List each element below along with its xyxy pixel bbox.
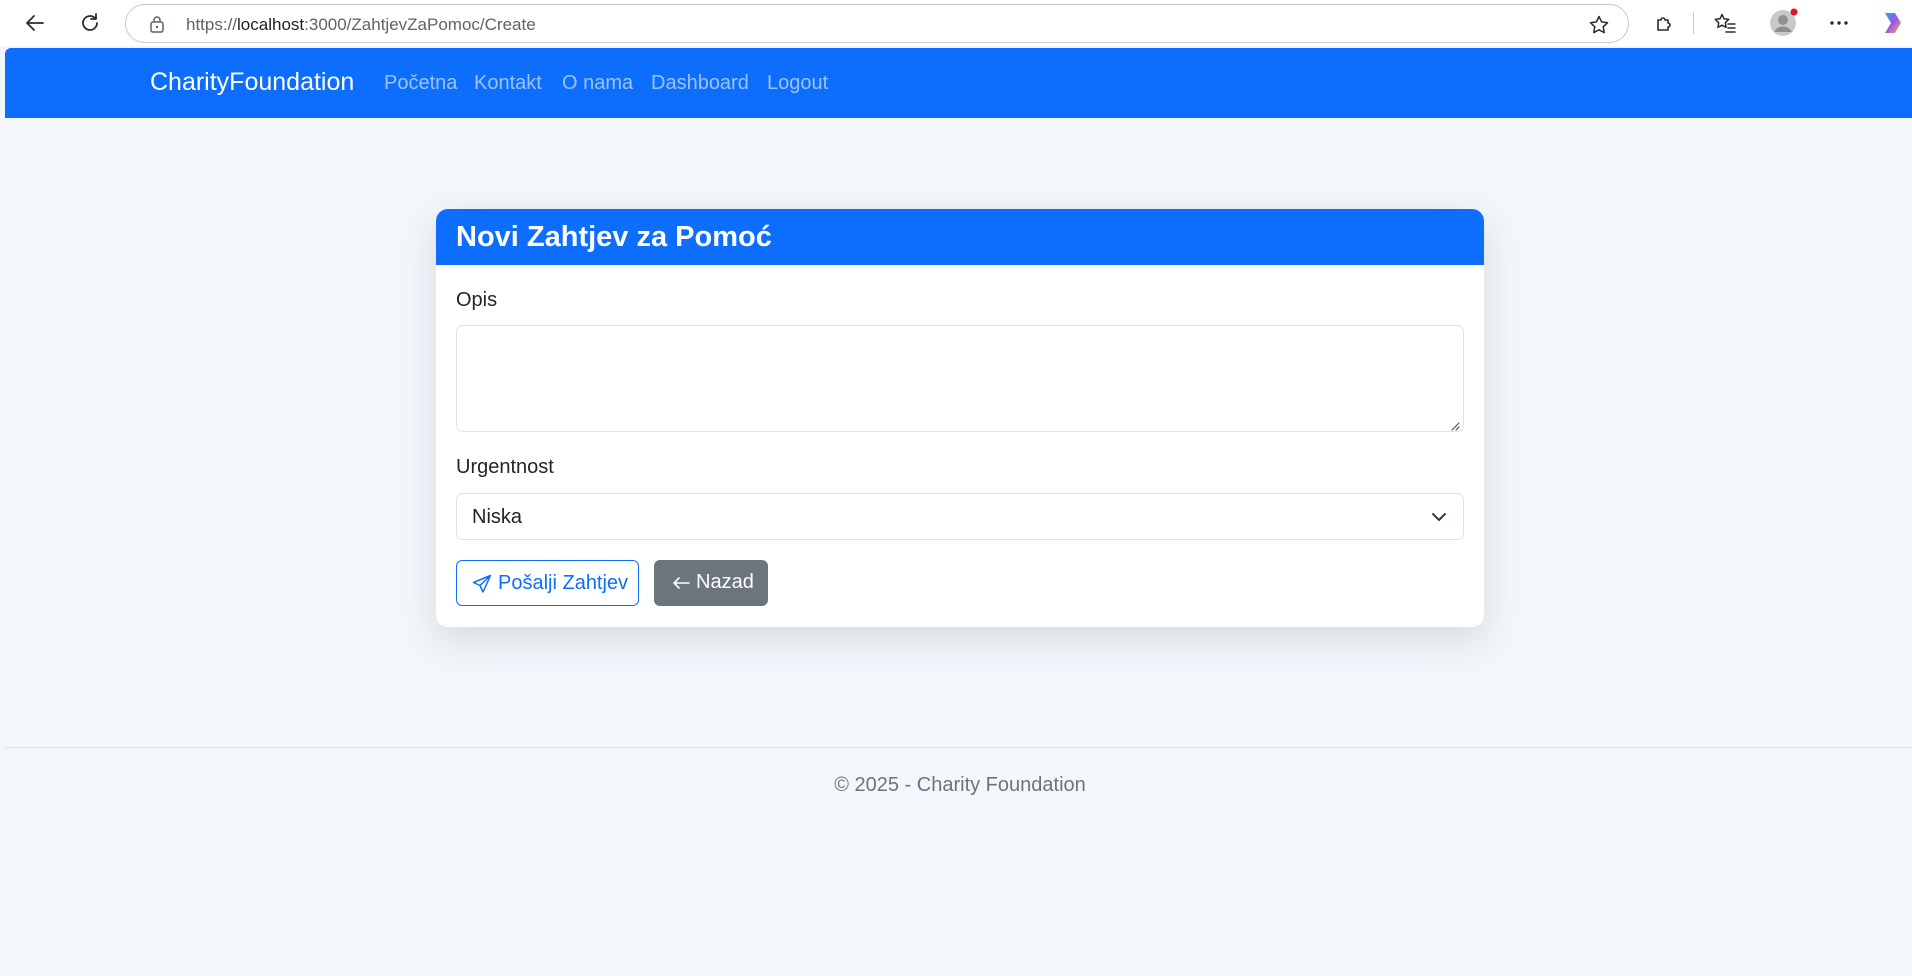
send-icon <box>472 574 492 594</box>
url-path: :3000/ZahtjevZaPomoc/Create <box>304 15 536 34</box>
card-header: Novi Zahtjev za Pomoć <box>436 209 1484 265</box>
copilot-icon[interactable] <box>1878 8 1908 38</box>
nav-link-pocetna[interactable]: Početna <box>384 72 457 95</box>
nav-link-dashboard[interactable]: Dashboard <box>651 72 749 95</box>
site-navbar: CharityFoundation Početna Kontakt O nama… <box>5 48 1912 118</box>
back-arrow-icon[interactable] <box>18 6 52 40</box>
chevron-down-icon <box>1431 509 1447 525</box>
nav-link-o-nama[interactable]: O nama <box>562 72 633 95</box>
favorites-icon[interactable] <box>1710 8 1740 38</box>
address-bar[interactable]: https://localhost:3000/ZahtjevZaPomoc/Cr… <box>125 4 1629 43</box>
urgency-label: Urgentnost <box>456 456 554 478</box>
submit-request-button[interactable]: Pošalji Zahtjev <box>456 560 639 606</box>
urgency-select[interactable]: Niska <box>456 493 1464 540</box>
description-label: Opis <box>456 289 498 311</box>
url-prefix: https:// <box>186 15 238 34</box>
form-title: Novi Zahtjev za Pomoć <box>456 221 772 253</box>
star-icon[interactable] <box>1588 14 1610 36</box>
refresh-icon[interactable] <box>73 6 107 40</box>
footer-divider <box>5 747 1912 748</box>
resize-grip-icon[interactable] <box>1450 418 1460 431</box>
nav-link-logout[interactable]: Logout <box>767 72 828 95</box>
arrow-left-icon <box>671 573 691 593</box>
profile-avatar-icon[interactable] <box>1768 8 1798 38</box>
toolbar-separator <box>1693 12 1694 34</box>
nav-link-kontakt[interactable]: Kontakt <box>474 72 542 95</box>
url-host: localhost <box>237 15 305 34</box>
extensions-icon[interactable] <box>1650 8 1680 38</box>
back-button[interactable]: Nazad <box>654 560 768 606</box>
url-text: https://localhost:3000/ZahtjevZaPomoc/Cr… <box>186 15 536 35</box>
brand-link[interactable]: CharityFoundation <box>150 68 354 97</box>
browser-toolbar: https://localhost:3000/ZahtjevZaPomoc/Cr… <box>0 0 1912 46</box>
footer-copyright: © 2025 - Charity Foundation <box>834 774 1086 796</box>
back-button-label: Nazad <box>696 571 754 593</box>
description-textarea[interactable] <box>456 325 1464 432</box>
lock-icon[interactable] <box>148 15 166 33</box>
request-form-card: Novi Zahtjev za Pomoć Opis Urgentnost Ni… <box>436 209 1484 627</box>
more-icon[interactable] <box>1824 8 1854 38</box>
submit-button-label: Pošalji Zahtjev <box>498 572 629 594</box>
urgency-selected-value: Niska <box>472 506 523 528</box>
